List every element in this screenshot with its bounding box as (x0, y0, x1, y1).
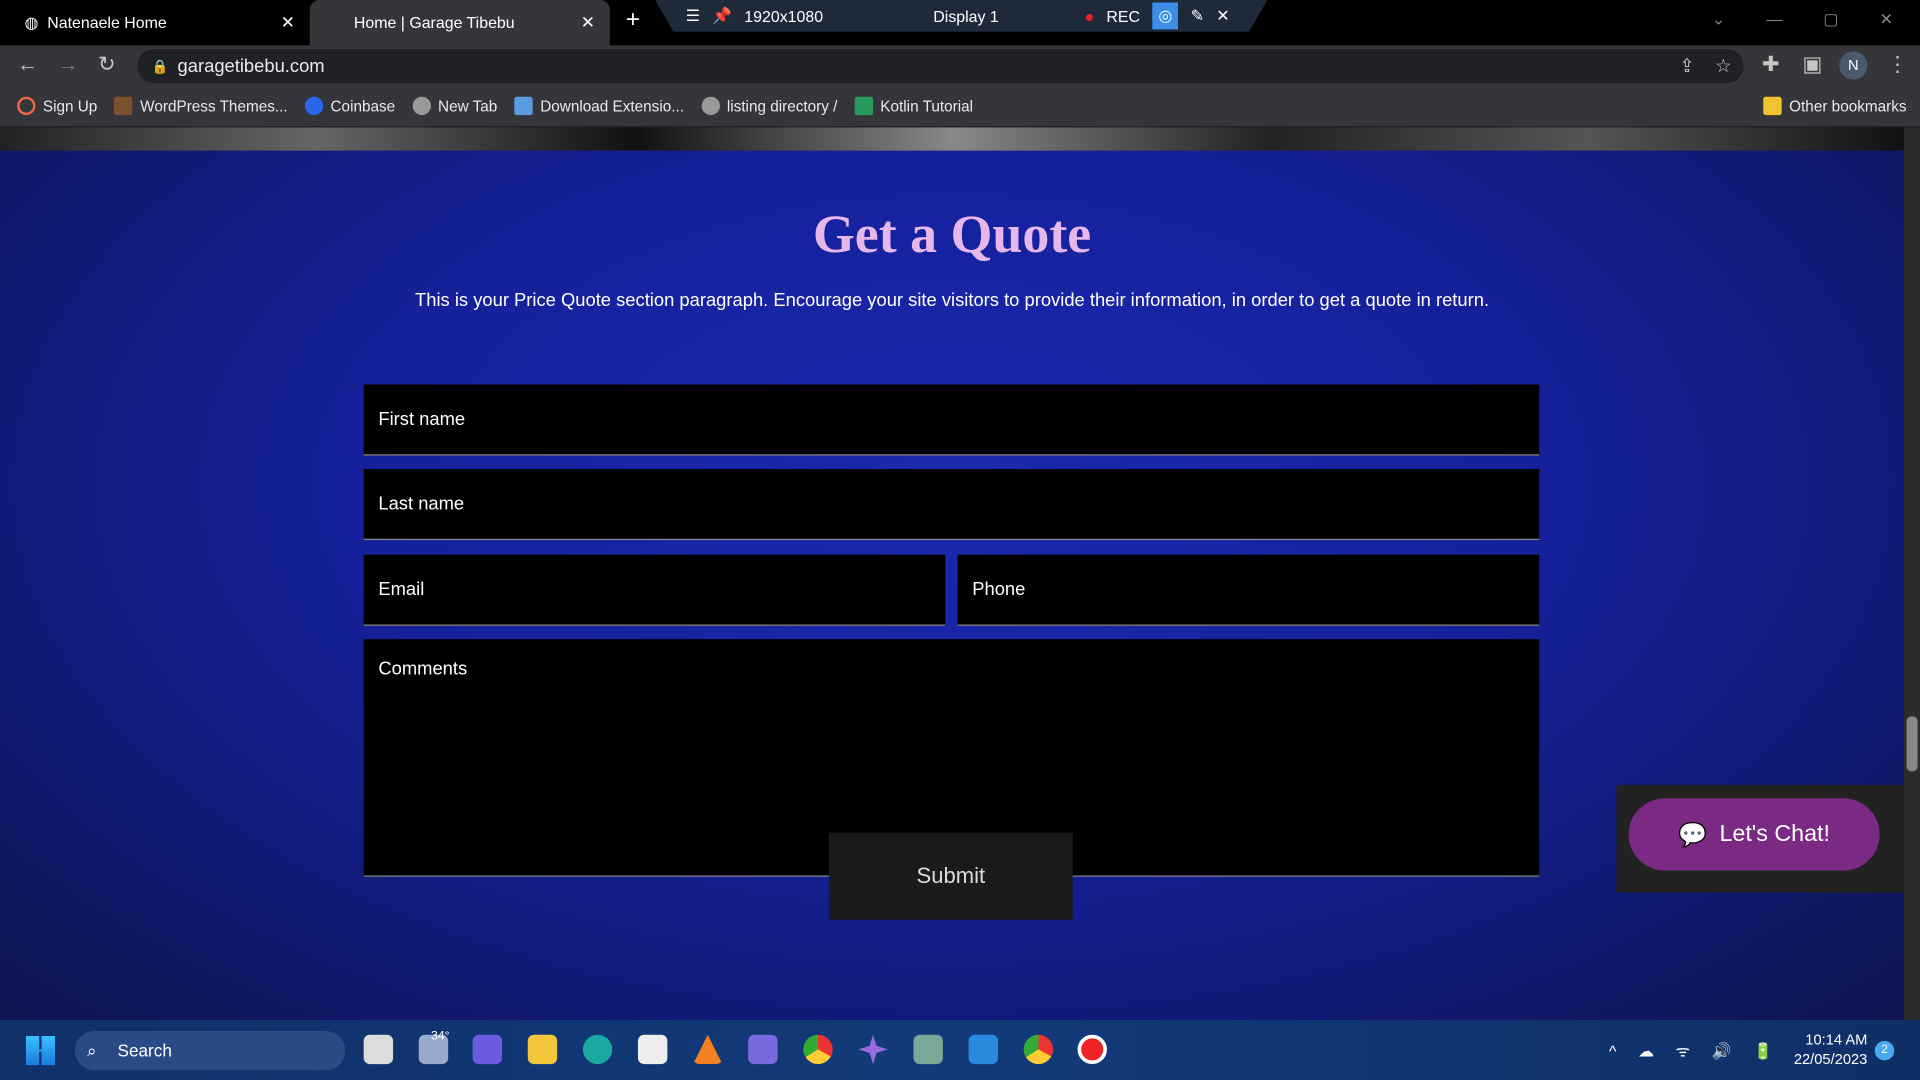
new-tab-button[interactable]: + (626, 6, 640, 34)
side-panel-icon[interactable]: ▣ (1802, 53, 1822, 77)
forward-icon[interactable]: → (58, 53, 79, 77)
bookmark[interactable]: listing directory / (701, 96, 837, 116)
file-explorer-icon[interactable] (527, 1034, 558, 1065)
menu-icon[interactable]: ☰ (686, 6, 700, 26)
record-dot-icon: ● (1084, 6, 1095, 26)
chatgpt-icon[interactable] (913, 1034, 943, 1065)
system-tray-icons[interactable]: ^ ☁ ᯤ 🔊 🔋 (1609, 1040, 1773, 1062)
scrollbar-thumb[interactable] (1906, 716, 1918, 772)
recorder-bar: ☰ 📌 1920x1080 Display 1 ● REC ◎ ✎ ✕ (655, 0, 1268, 32)
camera-icon[interactable]: ◎ (1152, 2, 1179, 30)
bookmarks-bar: Sign Up WordPress Themes... Coinbase New… (0, 85, 1920, 127)
bookmark[interactable]: Kotlin Tutorial (854, 96, 973, 116)
lets-chat-button[interactable]: 💬 Let's Chat! (1628, 798, 1880, 871)
first-name-field[interactable]: First name (363, 384, 1540, 456)
last-name-field[interactable]: Last name (363, 468, 1540, 541)
reload-icon[interactable]: ↻ (98, 53, 115, 77)
page-title: Get a Quote (812, 204, 1092, 265)
profile-avatar[interactable]: N (1839, 51, 1868, 80)
notification-badge[interactable]: 2 (1874, 1040, 1895, 1061)
clock[interactable]: 10:14 AM 22/05/2023 (1782, 1030, 1868, 1069)
bookmark[interactable]: New Tab (412, 96, 497, 116)
recorder-icon[interactable] (1077, 1034, 1107, 1065)
phone-field[interactable]: Phone (957, 554, 1540, 626)
bookmark[interactable]: Sign Up (17, 96, 97, 116)
tab-garage-tibebu[interactable]: Home | Garage Tibebu ✕ (309, 0, 610, 46)
globe-icon: ◍ (24, 12, 48, 32)
star-icon[interactable]: ☆ (1715, 55, 1731, 77)
bookmark[interactable]: WordPress Themes... (114, 96, 288, 116)
share-icon[interactable]: ⇪ (1679, 55, 1694, 77)
taskbar-search[interactable]: ⌕ Search (74, 1031, 346, 1071)
scrollbar[interactable] (1904, 127, 1920, 1021)
back-icon[interactable]: ← (17, 53, 38, 77)
edge-icon[interactable] (582, 1034, 613, 1065)
app-icon[interactable] (748, 1034, 778, 1065)
menu-icon[interactable]: ⋮ (1887, 53, 1908, 77)
address-bar[interactable]: 🔒 garagetibebu.com ⇪ ☆ (137, 48, 1744, 84)
tab-natenaele-home[interactable]: ◍ Natenaele Home ✕ (10, 0, 310, 45)
bookmark[interactable]: Download Extensio... (514, 96, 684, 116)
search-icon: ⌕ (86, 1040, 97, 1060)
close-tab-icon[interactable]: ✕ (581, 12, 595, 33)
email-field[interactable]: Email (363, 554, 946, 626)
store-icon[interactable] (637, 1034, 668, 1065)
pen-icon[interactable]: ✎ (1191, 6, 1204, 26)
teams-icon[interactable] (472, 1034, 503, 1065)
extensions-icon[interactable]: ✚ (1762, 53, 1779, 77)
bookmark[interactable]: Coinbase (304, 96, 395, 116)
pin-icon[interactable]: 📌 (712, 6, 732, 26)
chrome-profile-icon[interactable] (1023, 1034, 1054, 1065)
other-bookmarks[interactable]: Other bookmarks (1763, 96, 1907, 116)
vscode-icon[interactable] (968, 1034, 998, 1065)
submit-button[interactable]: Submit (828, 832, 1073, 920)
task-view-icon[interactable] (363, 1034, 394, 1065)
lock-icon: 🔒 (151, 59, 169, 75)
window-controls[interactable]: ⌄ — ▢ ✕ (1712, 10, 1893, 30)
quote-paragraph: This is your Price Quote section paragra… (415, 290, 1490, 312)
header-image (0, 127, 1905, 151)
close-tab-icon[interactable]: ✕ (281, 12, 295, 33)
chat-bubble-icon: 💬 (1678, 822, 1708, 848)
chrome-icon[interactable] (803, 1034, 833, 1065)
close-icon[interactable]: ✕ (1216, 6, 1229, 26)
weather-temp: 34° (431, 1029, 450, 1044)
